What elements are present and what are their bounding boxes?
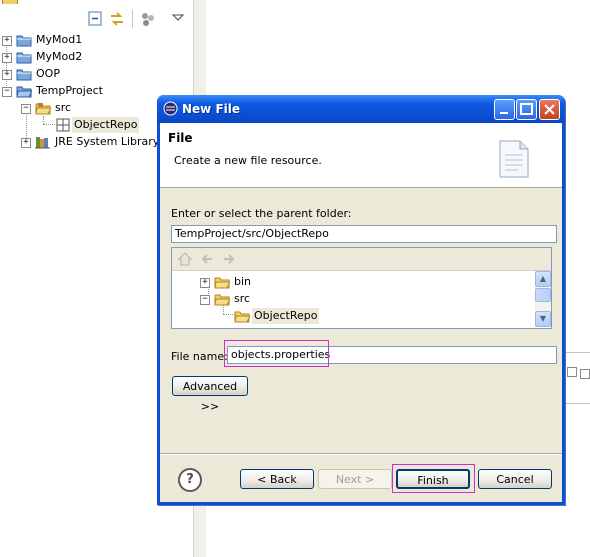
toolbar-divider	[132, 10, 133, 28]
tree-item-label: MyMod2	[36, 50, 83, 63]
folder-tree-item-label: ObjectRepo	[252, 308, 320, 324]
advanced-button[interactable]: Advanced >>	[172, 376, 248, 413]
dialog-title: New File	[182, 102, 241, 116]
tree-item-label: ObjectRepo	[72, 117, 140, 133]
tree-item-label: MyMod1	[36, 33, 83, 46]
maximize-button[interactable]	[516, 99, 537, 120]
dialog-client: File Create a new file resource. Enter o…	[160, 123, 562, 502]
collapse-icon[interactable]: −	[200, 295, 210, 305]
back-button[interactable]: < Back	[240, 469, 314, 489]
project-folder-open-icon	[16, 84, 33, 98]
editor-control-icon[interactable]	[580, 369, 590, 379]
scroll-down-icon[interactable]: ▼	[535, 311, 551, 327]
file-name-label: File name:	[171, 350, 228, 363]
cancel-button[interactable]: Cancel	[478, 469, 552, 489]
expand-icon[interactable]: +	[2, 53, 12, 63]
forward-arrow-icon[interactable]	[222, 252, 236, 266]
project-folder-icon	[16, 33, 32, 47]
folder-icon	[214, 275, 231, 289]
folder-tree-item-label: bin	[234, 275, 252, 288]
new-file-dialog: New File File Create a new file resource…	[157, 95, 565, 505]
finish-button[interactable]: Finish	[396, 469, 470, 489]
package-icon	[55, 118, 71, 132]
tree-item-label: TempProject	[36, 84, 103, 97]
home-icon[interactable]	[177, 252, 193, 266]
file-name-highlight	[224, 340, 329, 367]
tree-connector	[6, 44, 7, 90]
expand-icon[interactable]: +	[2, 36, 12, 46]
tree-item-label: JRE System Library [	[55, 135, 168, 148]
folder-open-icon	[234, 309, 251, 323]
back-arrow-icon[interactable]	[200, 252, 214, 266]
editor-control-icon[interactable]	[567, 367, 577, 377]
clipped-row	[2, 0, 62, 4]
project-folder-icon	[16, 50, 32, 64]
tree-item-label: src	[55, 101, 72, 114]
collapse-icon[interactable]: −	[21, 104, 31, 114]
source-folder-icon	[35, 101, 52, 115]
link-with-editor-icon[interactable]	[108, 10, 126, 28]
project-folder-icon	[16, 67, 32, 81]
scroll-thumb[interactable]	[535, 288, 551, 302]
dialog-titlebar[interactable]: New File	[157, 95, 565, 123]
library-icon	[35, 135, 51, 149]
wizard-description: Create a new file resource.	[174, 154, 322, 167]
tree-connector	[43, 116, 44, 124]
wizard-title: File	[168, 131, 193, 145]
expand-icon[interactable]: +	[21, 138, 31, 148]
folder-open-icon	[214, 292, 231, 306]
tree-nav-toolbar	[172, 248, 551, 271]
tree-item-label: OOP	[36, 67, 60, 80]
collapse-all-icon[interactable]	[86, 10, 104, 28]
help-icon[interactable]: ?	[178, 468, 202, 492]
parent-folder-input[interactable]: TempProject/src/ObjectRepo	[171, 225, 557, 243]
expand-icon[interactable]: +	[200, 278, 210, 288]
folder-tree-item-label: src	[234, 292, 251, 305]
editor-area-fragment	[565, 352, 590, 404]
eclipse-icon	[163, 101, 178, 116]
close-button[interactable]	[539, 99, 560, 120]
wizard-header: File Create a new file resource.	[160, 123, 562, 188]
minimize-button[interactable]	[494, 99, 515, 120]
parent-folder-label: Enter or select the parent folder:	[171, 207, 352, 220]
tree-connector	[43, 124, 55, 125]
new-file-banner-icon	[496, 135, 536, 179]
view-menu-icon[interactable]	[170, 10, 188, 28]
folder-tree-scrollbar[interactable]: ▲ ▼	[535, 271, 551, 327]
view-options-icon[interactable]	[139, 10, 157, 28]
button-bar-separator	[160, 453, 562, 455]
folder-tree[interactable]: + bin − src ObjectRepo ▲ ▼	[171, 247, 552, 329]
scroll-up-icon[interactable]: ▲	[535, 271, 551, 287]
next-button[interactable]: Next >	[318, 469, 392, 489]
collapse-icon[interactable]: −	[2, 87, 12, 97]
expand-icon[interactable]: +	[2, 70, 12, 80]
